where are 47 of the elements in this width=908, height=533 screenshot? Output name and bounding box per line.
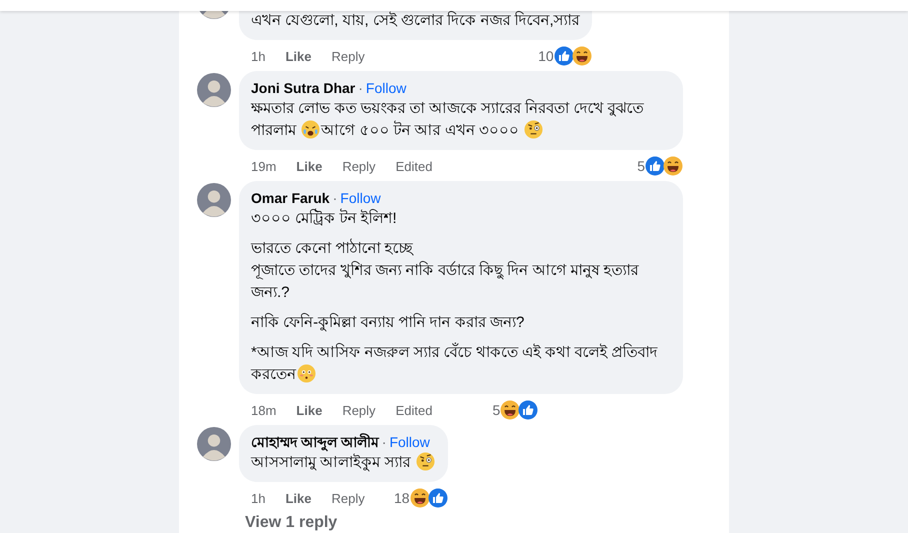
author-name[interactable]: Joni Sutra Dhar	[251, 80, 356, 96]
avatar	[197, 11, 231, 19]
follow-link[interactable]: Follow	[389, 434, 430, 450]
reaction-count: 18	[394, 490, 410, 506]
reaction-count: 5	[492, 402, 500, 418]
reply-link[interactable]: Reply	[331, 490, 365, 506]
comment-text: আসসালামু আলাইকুম স্যার	[251, 452, 436, 474]
comment-text: ক্ষমতার লোভ কত ভয়ংকর তা আজকে স্যারের নিরবতা দেখে বুঝতে পারলাম আগে ৫০০ টন আর এখন ৩০০০	[251, 98, 645, 141]
like-link[interactable]: Like	[285, 490, 312, 506]
comment-text: ৩০০০ মেট্রিক টন ইলিশ!	[251, 208, 398, 229]
separator-dot: ·	[382, 434, 386, 450]
comment-text: এখন যেগুলো, যায়, সেই গুলোর দিকে নজর দিবেন,স্যার	[251, 10, 580, 31]
avatar	[197, 73, 231, 107]
follow-link[interactable]: Follow	[366, 80, 406, 96]
skeptical-face-icon	[416, 452, 435, 471]
skeptical-face-icon	[524, 120, 544, 139]
avatar	[197, 183, 231, 217]
reply-link[interactable]: Reply	[342, 402, 376, 418]
reactions[interactable]: 18	[394, 488, 448, 508]
timestamp: 1h	[251, 48, 266, 64]
reactions[interactable]: 5	[492, 400, 538, 420]
edited-label: Edited	[396, 158, 432, 174]
comment-text: নাকি ফেনি-কুমিল্লা বন্যায় পানি দান করার জন্য?	[251, 312, 526, 334]
reply-link[interactable]: Reply	[342, 158, 376, 174]
comment-text: ভারতে কেনো পাঠানো হচ্ছে পূজাতে তাদের খুশির জন্য নাকি বর্ডারে কিছু দিন আগে মানুষ হত্যার জন্য.?	[251, 238, 640, 303]
edited-label: Edited	[396, 402, 432, 418]
follow-link[interactable]: Follow	[340, 190, 381, 206]
reactions[interactable]: 10	[538, 46, 592, 66]
reaction-count: 5	[637, 158, 645, 174]
view-replies-link[interactable]: View 1 reply	[245, 513, 729, 532]
comment-text: *আজ যদি আসিফ নজরুল স্যার বেঁচে থাকতে এই কথা বলেই প্রতিবাদ করতেন	[251, 342, 659, 385]
reply-link[interactable]: Reply	[331, 48, 365, 64]
like-link[interactable]: Like	[285, 48, 312, 64]
avatar	[197, 427, 231, 461]
separator-dot: ·	[358, 80, 363, 96]
timestamp: 19m	[251, 158, 276, 174]
timestamp: 18m	[251, 402, 276, 418]
reaction-count: 10	[538, 48, 554, 64]
reactions[interactable]: 5	[637, 156, 683, 176]
flushed-face-icon	[297, 364, 316, 383]
like-link[interactable]: Like	[296, 402, 322, 418]
timestamp: 1h	[251, 490, 266, 506]
crying-face-icon	[301, 120, 320, 139]
separator-dot: ·	[332, 190, 338, 206]
author-name[interactable]: মোহাম্মদ আব্দুল আলীম	[251, 434, 379, 450]
like-link[interactable]: Like	[296, 158, 322, 174]
author-name[interactable]: Omar Faruk	[251, 190, 330, 206]
